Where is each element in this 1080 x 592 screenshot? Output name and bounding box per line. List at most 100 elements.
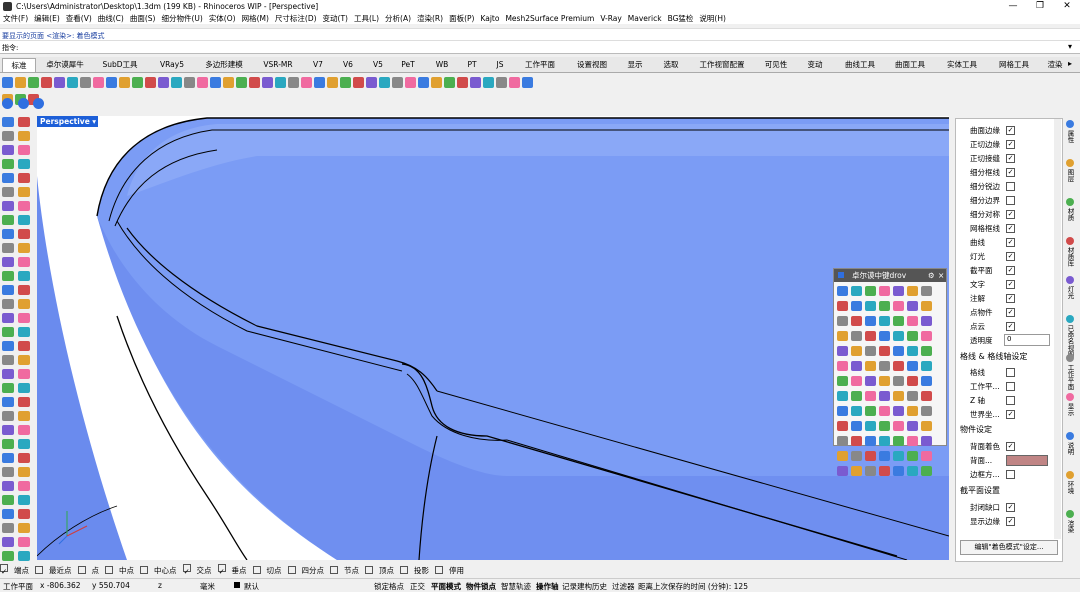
view-icon[interactable] <box>17 98 29 109</box>
tool-icon[interactable] <box>366 77 377 88</box>
drov-tool-icon[interactable] <box>907 331 918 341</box>
status-ortho[interactable]: 正交 <box>410 581 425 592</box>
drov-tool-icon[interactable] <box>865 451 876 461</box>
osnap-option[interactable]: 四分点 <box>287 564 324 577</box>
drov-tool-icon[interactable] <box>907 406 918 416</box>
drov-tool-icon[interactable] <box>907 301 918 311</box>
tab-cplanes[interactable]: 工作平面 <box>518 58 562 71</box>
tool-icon[interactable] <box>301 77 312 88</box>
left-tool-icon[interactable] <box>2 355 14 365</box>
left-tool-icon[interactable] <box>18 411 30 421</box>
tool-icon[interactable] <box>41 77 52 88</box>
panel-checkbox[interactable] <box>1006 368 1015 377</box>
drov-tool-icon[interactable] <box>921 406 932 416</box>
tab-vsr-mr[interactable]: VSR-MR <box>256 58 300 71</box>
tool-icon[interactable] <box>262 77 273 88</box>
drov-tool-icon[interactable] <box>837 466 848 476</box>
panel-scrollbar[interactable] <box>1054 119 1061 539</box>
tab-zhuoer[interactable]: 卓尔谟犀牛 <box>40 58 90 71</box>
left-tool-icon[interactable] <box>2 495 14 505</box>
tab-mesh-tools[interactable]: 网格工具 <box>992 58 1036 71</box>
menu-help[interactable]: 说明(H) <box>696 13 729 24</box>
tool-icon[interactable] <box>171 77 182 88</box>
drov-tool-icon[interactable] <box>921 421 932 431</box>
tab-viewport-layout[interactable]: 工作视窗配置 <box>694 58 750 71</box>
tab-v7[interactable]: V7 <box>306 58 330 71</box>
panel-checkbox[interactable] <box>1006 396 1015 405</box>
drov-tool-icon[interactable] <box>851 466 862 476</box>
drov-tool-icon[interactable] <box>837 451 848 461</box>
left-tool-icon[interactable] <box>18 397 30 407</box>
drov-tool-icon[interactable] <box>893 436 904 446</box>
menu-curve[interactable]: 曲线(C) <box>95 13 127 24</box>
tool-icon[interactable] <box>28 77 39 88</box>
drov-tool-icon[interactable] <box>865 331 876 341</box>
tool-icon[interactable] <box>379 77 390 88</box>
osnap-option[interactable]: 中心点 <box>140 564 177 577</box>
osnap-option[interactable]: 切点 <box>252 564 282 577</box>
left-tool-icon[interactable] <box>2 117 14 127</box>
tab-curve-tools[interactable]: 曲线工具 <box>838 58 882 71</box>
tab-pt[interactable]: PT <box>462 58 482 71</box>
menu-vray[interactable]: V-Ray <box>597 13 624 24</box>
tool-icon[interactable] <box>340 77 351 88</box>
drov-tool-icon[interactable] <box>879 316 890 326</box>
left-tool-icon[interactable] <box>18 215 30 225</box>
drov-tool-icon[interactable] <box>879 361 890 371</box>
drov-tool-icon[interactable] <box>907 376 918 386</box>
osnap-checkbox[interactable] <box>435 566 443 574</box>
left-tool-icon[interactable] <box>18 425 30 435</box>
tool-icon[interactable] <box>418 77 429 88</box>
drov-tool-icon[interactable] <box>879 346 890 356</box>
drov-tool-icon[interactable] <box>907 361 918 371</box>
panel-checkbox[interactable]: ✓ <box>1006 168 1015 177</box>
drov-tool-icon[interactable] <box>921 466 932 476</box>
command-line[interactable]: 指令: ▾ <box>0 40 1080 54</box>
left-tool-icon[interactable] <box>18 243 30 253</box>
left-tool-icon[interactable] <box>18 187 30 197</box>
tool-icon[interactable] <box>145 77 156 88</box>
drov-tool-icon[interactable] <box>837 436 848 446</box>
osnap-option[interactable]: 投影 <box>400 564 429 577</box>
drov-tool-icon[interactable] <box>893 391 904 401</box>
viewport-menu-icon[interactable]: ▾ <box>92 116 96 127</box>
left-tool-icon[interactable] <box>2 257 14 267</box>
drov-tool-icon[interactable] <box>893 466 904 476</box>
panel-checkbox[interactable]: ✓ <box>1006 308 1015 317</box>
osnap-checkbox[interactable] <box>105 566 113 574</box>
left-tool-icon[interactable] <box>2 313 14 323</box>
drov-tool-icon[interactable] <box>893 346 904 356</box>
drov-tool-icon[interactable] <box>921 301 932 311</box>
osnap-checkbox[interactable] <box>77 566 86 574</box>
tab-solid-tools[interactable]: 实体工具 <box>940 58 984 71</box>
drov-tool-icon[interactable] <box>851 331 862 341</box>
left-tool-icon[interactable] <box>18 551 30 561</box>
tool-icon[interactable] <box>2 77 13 88</box>
left-tool-icon[interactable] <box>18 257 30 267</box>
left-tool-icon[interactable] <box>2 271 14 281</box>
panel-checkbox[interactable] <box>1006 196 1015 205</box>
drov-tool-icon[interactable] <box>865 361 876 371</box>
drov-tool-icon[interactable] <box>851 421 862 431</box>
tool-icon[interactable] <box>457 77 468 88</box>
panel-tab[interactable]: 材质 <box>1062 196 1078 236</box>
tabs-overflow-icon[interactable]: ▸ <box>1068 59 1072 68</box>
osnap-option[interactable]: ✓ 端点 <box>0 564 29 577</box>
tool-icon[interactable] <box>483 77 494 88</box>
tool-icon[interactable] <box>15 77 26 88</box>
left-tool-icon[interactable] <box>2 537 14 547</box>
panel-checkbox[interactable]: ✓ <box>1006 252 1015 261</box>
tab-transform[interactable]: 变动 <box>800 58 830 71</box>
left-tool-icon[interactable] <box>18 341 30 351</box>
osnap-option[interactable]: 节点 <box>330 564 359 577</box>
drov-tool-icon[interactable] <box>851 406 862 416</box>
left-tool-icon[interactable] <box>18 369 30 379</box>
left-tool-icon[interactable] <box>2 411 14 421</box>
panel-tab[interactable]: 图层 <box>1062 157 1078 197</box>
panel-checkbox[interactable]: ✓ <box>1006 280 1015 289</box>
drov-tool-icon[interactable] <box>837 331 848 341</box>
osnap-option[interactable]: ✓ 交点 <box>182 564 212 577</box>
panel-checkbox[interactable]: ✓ <box>1006 322 1015 331</box>
tool-icon[interactable] <box>522 77 533 88</box>
drov-tool-icon[interactable] <box>907 346 918 356</box>
